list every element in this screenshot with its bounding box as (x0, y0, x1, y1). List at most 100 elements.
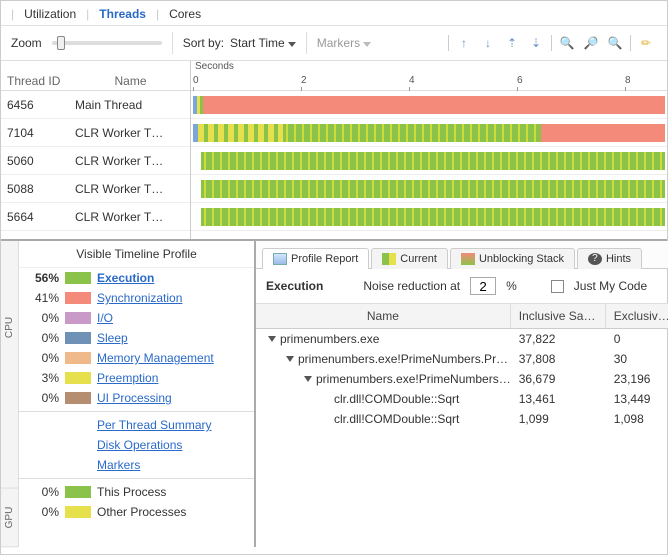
table-row[interactable]: clr.dll!COMDouble::Sqrt13,46113,449 (256, 389, 668, 409)
legend-item[interactable]: 56%Execution (19, 268, 254, 288)
report-tabs: Profile Report Current Unblocking Stack … (256, 241, 668, 269)
row-inclusive: 13,461 (511, 392, 606, 406)
group-label-gpu: GPU (1, 489, 18, 547)
sortby-label: Sort by: (183, 36, 224, 50)
thread-list-header: Thread ID Name (1, 61, 190, 91)
row-exclusive: 1,098 (606, 412, 668, 426)
legend-label[interactable]: Preemption (97, 371, 158, 385)
just-my-code-checkbox[interactable] (551, 280, 564, 293)
legend-label[interactable]: Sleep (97, 331, 128, 345)
color-swatch (65, 392, 91, 404)
link-disk-ops[interactable]: Disk Operations (19, 435, 254, 455)
table-row[interactable]: primenumbers.exe!PrimeNumbers.Pr…37,8083… (256, 349, 668, 369)
header-thread-id[interactable]: Thread ID (1, 74, 71, 88)
sortby-group: Sort by: Start Time (183, 36, 296, 50)
table-row[interactable]: clr.dll!COMDouble::Sqrt1,0991,098 (256, 409, 668, 429)
thread-row[interactable]: 5664CLR Worker T… (1, 203, 190, 231)
legend-item[interactable]: 3%Preemption (19, 368, 254, 388)
move-down-icon[interactable]: ↓ (477, 33, 499, 53)
legend-label: Other Processes (97, 505, 186, 519)
row-name: primenumbers.exe!PrimeNumbers… (316, 372, 511, 386)
thread-list: Thread ID Name 6456Main Thread 7104CLR W… (1, 61, 191, 239)
row-inclusive: 36,679 (511, 372, 606, 386)
legend-label[interactable]: Execution (97, 271, 154, 285)
expand-icon[interactable] (268, 336, 276, 342)
legend-label: This Process (97, 485, 166, 499)
table-row[interactable]: primenumbers.exe37,8220 (256, 329, 668, 349)
timeline-bar[interactable] (191, 147, 667, 175)
legend-item[interactable]: 0%Sleep (19, 328, 254, 348)
current-icon (382, 253, 396, 265)
timeline-bar[interactable] (191, 175, 667, 203)
expand-icon[interactable] (286, 356, 294, 362)
thread-row[interactable]: 6456Main Thread (1, 91, 190, 119)
thread-row[interactable]: 5088CLR Worker T… (1, 175, 190, 203)
report-grid-body: primenumbers.exe37,8220primenumbers.exe!… (256, 329, 668, 547)
timeline: Thread ID Name 6456Main Thread 7104CLR W… (1, 61, 667, 241)
group-label-blank (1, 413, 18, 489)
legend-label[interactable]: UI Processing (97, 391, 172, 405)
zoom-slider[interactable] (52, 41, 162, 45)
col-inclusive[interactable]: Inclusive Sam… (511, 304, 606, 328)
legend-label[interactable]: Memory Management (97, 351, 214, 365)
zoom-thumb[interactable] (57, 36, 65, 50)
legend-item[interactable]: 0%Memory Management (19, 348, 254, 368)
row-exclusive: 23,196 (606, 372, 668, 386)
timeline-ruler: Seconds 0 2 4 6 8 (191, 61, 667, 91)
color-swatch (65, 292, 91, 304)
table-row[interactable]: primenumbers.exe!PrimeNumbers…36,67923,1… (256, 369, 668, 389)
legend-item[interactable]: 0%UI Processing (19, 388, 254, 408)
profile-title: Visible Timeline Profile (19, 241, 254, 268)
col-name[interactable]: Name (256, 304, 511, 328)
sortby-dropdown[interactable]: Start Time (230, 36, 296, 50)
timeline-canvas[interactable]: Seconds 0 2 4 6 8 (191, 61, 667, 239)
timeline-bar[interactable] (191, 203, 667, 231)
zoom-selection-icon[interactable]: 🔍 (556, 33, 578, 53)
move-up-icon[interactable]: ↑ (453, 33, 475, 53)
rtab-profile-report[interactable]: Profile Report (262, 248, 369, 269)
highlight-icon[interactable]: ✏ (635, 33, 657, 53)
rtab-current[interactable]: Current (371, 248, 448, 269)
legend-item[interactable]: 0%I/O (19, 308, 254, 328)
timeline-bar[interactable] (191, 91, 667, 119)
expand-icon[interactable] (304, 376, 312, 382)
timeline-profile-panel: CPU GPU Visible Timeline Profile 56%Exec… (1, 241, 256, 547)
ruler-unit-label: Seconds (195, 61, 234, 72)
markers-dropdown[interactable]: Markers (317, 36, 371, 50)
link-per-thread[interactable]: Per Thread Summary (19, 415, 254, 435)
thread-row[interactable]: 7104CLR Worker T… (1, 119, 190, 147)
rtab-unblocking[interactable]: Unblocking Stack (450, 248, 575, 269)
legend-item: 0%This Process (19, 482, 254, 502)
tab-utilization[interactable]: Utilization (18, 5, 82, 23)
zoom-out-icon[interactable]: 🔍 (604, 33, 626, 53)
noise-row: Execution Noise reduction at % Just My C… (256, 269, 668, 304)
color-swatch (65, 486, 91, 498)
view-tabs: | Utilization | Threads | Cores (1, 1, 667, 26)
move-top-icon[interactable]: ⇡ (501, 33, 523, 53)
move-bottom-icon[interactable]: ⇣ (525, 33, 547, 53)
legend-label[interactable]: I/O (97, 311, 113, 325)
row-name: clr.dll!COMDouble::Sqrt (334, 392, 459, 406)
rtab-hints[interactable]: ?Hints (577, 248, 642, 269)
noise-pct: % (506, 279, 517, 293)
zoom-in-icon[interactable]: 🔎 (580, 33, 602, 53)
just-my-code-label: Just My Code (574, 279, 647, 293)
tab-cores[interactable]: Cores (163, 5, 207, 23)
noise-input[interactable] (470, 277, 496, 295)
col-exclusive[interactable]: Exclusive… (606, 304, 668, 328)
tab-threads[interactable]: Threads (93, 5, 152, 23)
header-thread-name[interactable]: Name (71, 74, 190, 88)
group-label-cpu: CPU (1, 241, 18, 413)
noise-label: Noise reduction at (363, 279, 460, 293)
toolbar: Zoom Sort by: Start Time Markers ↑ ↓ ⇡ ⇣… (1, 26, 667, 61)
row-inclusive: 1,099 (511, 412, 606, 426)
legend-label[interactable]: Synchronization (97, 291, 182, 305)
report-icon (273, 253, 287, 265)
legend-item[interactable]: 41%Synchronization (19, 288, 254, 308)
thread-row[interactable]: 5060CLR Worker T… (1, 147, 190, 175)
help-icon: ? (588, 253, 602, 265)
row-inclusive: 37,822 (511, 332, 606, 346)
link-markers[interactable]: Markers (19, 455, 254, 475)
timeline-bar[interactable] (191, 119, 667, 147)
toolbar-icons: ↑ ↓ ⇡ ⇣ 🔍 🔎 🔍 ✏ (446, 33, 657, 53)
